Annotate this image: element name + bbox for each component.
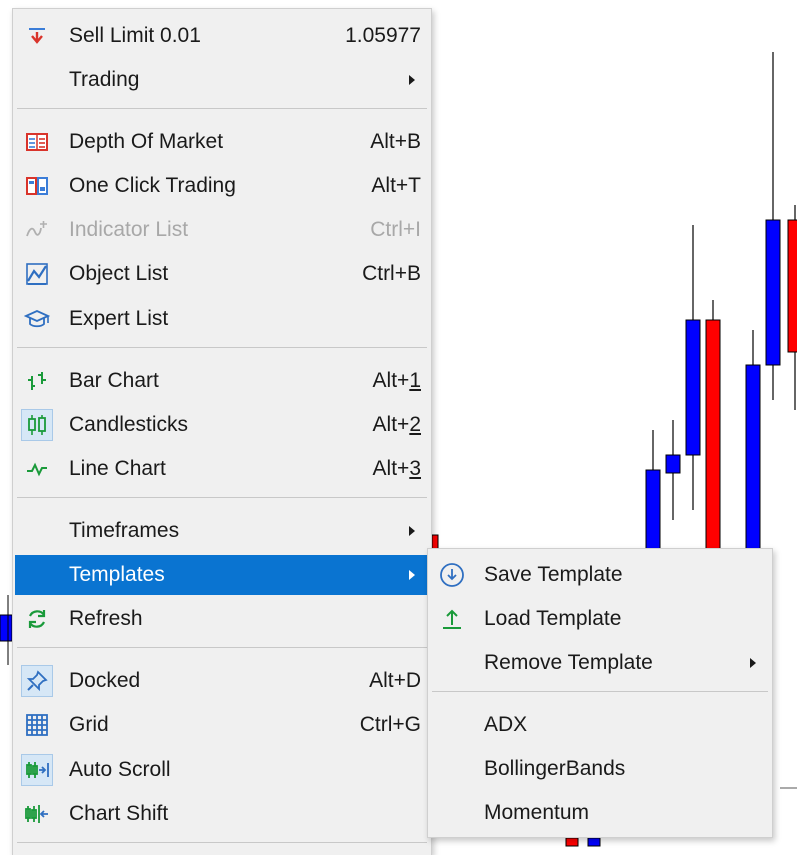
template-name: ADX [484,713,528,736]
candle-body [645,469,661,551]
menu-item-indicator-list[interactable]: Indicator List Ctrl+I [15,210,429,250]
line-chart-icon [21,453,53,485]
menu-item-chart-shift[interactable]: Chart Shift [15,794,429,834]
menu-item-depth-of-market[interactable]: Depth Of Market Alt+B [15,122,429,162]
candle-body [787,219,797,353]
menu-item-docked[interactable]: Docked Alt+D [15,661,429,701]
submenu-arrow-icon [409,75,415,85]
auto-scroll-label: Auto Scroll [69,758,171,781]
sell-limit-price: 1.05977 [345,24,421,47]
indicator-list-shortcut: Ctrl+I [370,218,421,241]
candle-body [705,319,721,551]
expert-list-icon [21,303,53,335]
menu-item-template-adx[interactable]: ADX [430,705,770,745]
menu-item-save-template[interactable]: Save Template [430,555,770,595]
indicator-list-icon [21,214,53,246]
line-chart-shortcut: Alt+3 [372,457,421,480]
candle-body [685,319,701,456]
load-template-label: Load Template [484,607,622,630]
docked-icon [21,665,53,697]
line-chart-label: Line Chart [69,457,166,480]
load-template-icon [436,603,468,635]
depth-of-market-label: Depth Of Market [69,130,224,153]
menu-item-load-template[interactable]: Load Template [430,599,770,639]
grid-label: Grid [69,713,109,736]
chart-shift-label: Chart Shift [69,802,169,825]
menu-item-sell-limit[interactable]: Sell Limit 0.01 1.05977 [15,16,429,56]
menu-item-one-click-trading[interactable]: One Click Trading Alt+T [15,166,429,206]
one-click-trading-icon [21,170,53,202]
candle-body [765,219,781,366]
refresh-label: Refresh [69,607,143,630]
depth-of-market-icon [21,126,53,158]
remove-template-label: Remove Template [484,651,653,674]
menu-item-line-chart[interactable]: Line Chart Alt+3 [15,449,429,489]
sell-limit-label: Sell Limit 0.01 [69,24,201,47]
docked-label: Docked [69,669,141,692]
menu-separator [17,842,427,843]
menu-separator [17,108,427,109]
candle-body [745,364,761,551]
candle-partial [0,614,13,642]
chart-context-menu: Sell Limit 0.01 1.05977 Trading Depth Of… [12,8,432,855]
template-name: Momentum [484,801,590,824]
bar-chart-shortcut: Alt+1 [372,369,421,392]
candlesticks-label: Candlesticks [69,413,189,436]
candlesticks-shortcut: Alt+2 [372,413,421,436]
menu-item-object-list[interactable]: Object List Ctrl+B [15,254,429,294]
trading-label: Trading [69,68,140,91]
bar-chart-icon [21,365,53,397]
menu-separator [17,347,427,348]
depth-of-market-shortcut: Alt+B [370,130,421,153]
menu-item-refresh[interactable]: Refresh [15,599,429,639]
object-list-label: Object List [69,262,169,285]
template-name: BollingerBands [484,757,626,780]
templates-submenu: Save Template Load Template Remove Templ… [427,548,773,838]
timeframes-label: Timeframes [69,519,180,542]
menu-item-timeframes[interactable]: Timeframes [15,511,429,551]
expert-list-label: Expert List [69,307,169,330]
candle-body [665,454,681,474]
templates-label: Templates [69,563,165,586]
object-list-icon [21,258,53,290]
candlesticks-icon [21,409,53,441]
chart-shift-icon [21,798,53,830]
menu-separator [17,647,427,648]
bar-chart-label: Bar Chart [69,369,159,392]
one-click-trading-label: One Click Trading [69,174,236,197]
docked-shortcut: Alt+D [369,669,421,692]
submenu-arrow-icon [409,570,415,580]
menu-separator [432,691,768,692]
one-click-trading-shortcut: Alt+T [371,174,421,197]
menu-item-bar-chart[interactable]: Bar Chart Alt+1 [15,361,429,401]
indicator-list-label: Indicator List [69,218,189,241]
auto-scroll-icon [21,754,53,786]
menu-item-grid[interactable]: Grid Ctrl+G [15,705,429,745]
menu-item-template-bollingerbands[interactable]: BollingerBands [430,749,770,789]
candle-partial [565,837,579,847]
candle-partial [587,837,601,847]
save-template-icon [436,559,468,591]
save-template-label: Save Template [484,563,623,586]
menu-item-expert-list[interactable]: Expert List [15,299,429,339]
submenu-arrow-icon [409,526,415,536]
refresh-icon [21,603,53,635]
menu-item-remove-template[interactable]: Remove Template [430,643,770,683]
menu-separator [17,497,427,498]
grid-icon [21,709,53,741]
menu-item-candlesticks[interactable]: Candlesticks Alt+2 [15,405,429,445]
grid-shortcut: Ctrl+G [359,713,421,736]
menu-item-trading[interactable]: Trading [15,60,429,100]
menu-item-auto-scroll[interactable]: Auto Scroll [15,750,429,790]
menu-item-template-momentum[interactable]: Momentum [430,793,770,833]
sell-limit-icon [21,20,53,52]
menu-item-templates[interactable]: Templates [15,555,429,595]
submenu-arrow-icon [750,658,756,668]
object-list-shortcut: Ctrl+B [362,262,421,285]
